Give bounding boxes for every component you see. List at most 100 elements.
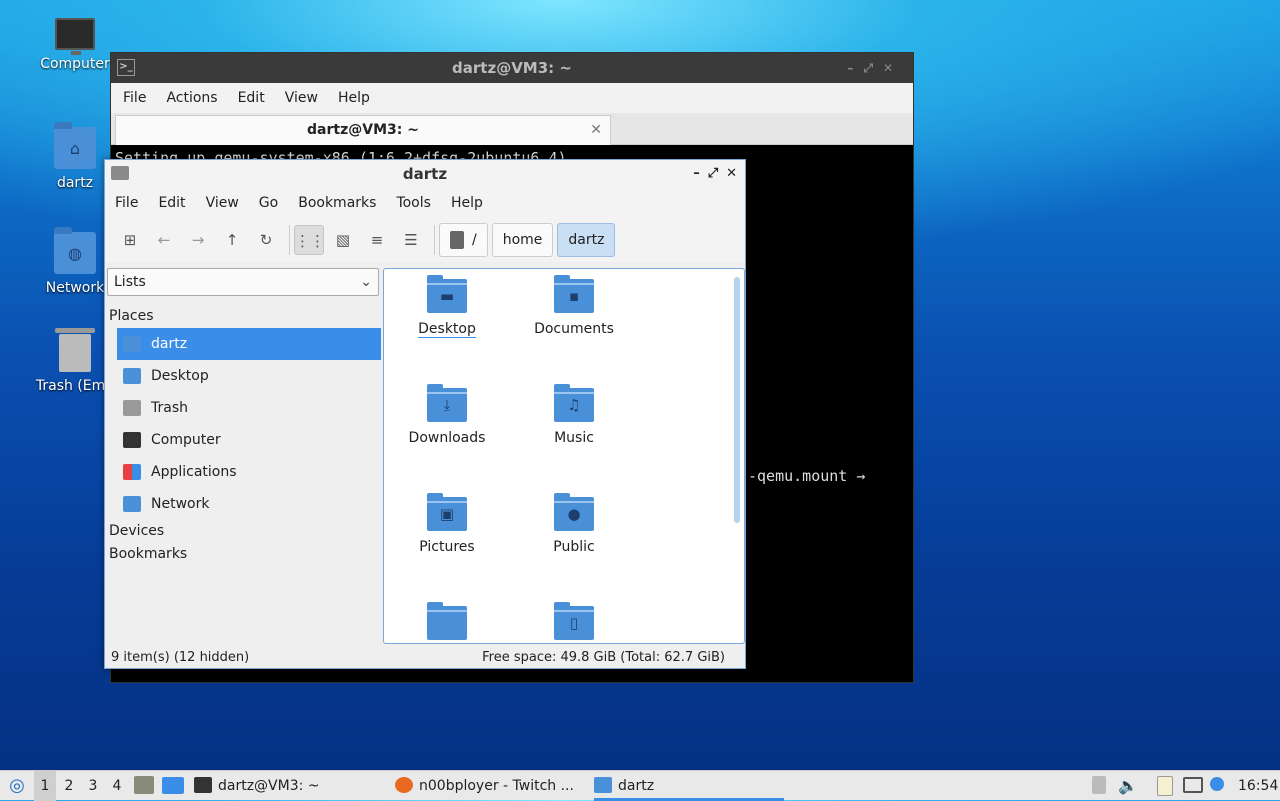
home-folder-icon: ⌂ bbox=[54, 122, 96, 169]
terminal-tab[interactable]: dartz@VM3: ~ ✕ bbox=[115, 115, 611, 145]
clock[interactable]: 16:54 bbox=[1238, 771, 1278, 801]
place-item-desktop[interactable]: Desktop bbox=[117, 360, 381, 392]
places-header[interactable]: Places bbox=[109, 308, 154, 324]
file-item-desktop[interactable]: ▬ Desktop bbox=[387, 275, 507, 338]
trash-icon bbox=[55, 328, 95, 372]
menu-actions[interactable]: Actions bbox=[166, 90, 217, 106]
folder-icon bbox=[111, 166, 129, 180]
file-item-public[interactable]: ● Public bbox=[514, 493, 634, 555]
minimize-icon[interactable]: – bbox=[847, 61, 863, 75]
vertical-scrollbar[interactable] bbox=[734, 277, 740, 523]
folder-music-icon: ♫ bbox=[554, 384, 594, 422]
update-notifier-icon[interactable] bbox=[1210, 777, 1224, 791]
drive-icon bbox=[450, 231, 464, 249]
trash-icon bbox=[123, 400, 141, 416]
start-menu-icon[interactable]: ◎ bbox=[6, 771, 28, 801]
menu-file[interactable]: File bbox=[115, 195, 138, 211]
folder-download-icon: ⤓ bbox=[427, 384, 467, 422]
tray-arrow-icon[interactable] bbox=[1092, 776, 1106, 794]
bookmarks-header[interactable]: Bookmarks bbox=[109, 546, 187, 562]
file-item-folder[interactable] bbox=[387, 602, 507, 643]
clipboard-icon[interactable] bbox=[1157, 776, 1173, 796]
menu-edit[interactable]: Edit bbox=[238, 90, 265, 106]
terminal-menubar: File Actions Edit View Help bbox=[111, 83, 913, 113]
file-manager-window[interactable]: dartz – ⤢ ✕ File Edit View Go Bookmarks To… bbox=[104, 159, 746, 669]
close-icon[interactable]: ✕ bbox=[883, 61, 903, 75]
folder-pictures-icon: ▣ bbox=[427, 493, 467, 531]
file-item-label: Music bbox=[554, 430, 594, 446]
menu-file[interactable]: File bbox=[123, 90, 146, 106]
folder-public-icon: ● bbox=[554, 493, 594, 531]
file-item-downloads[interactable]: ⤓ Downloads bbox=[387, 384, 507, 446]
file-item-templates[interactable]: ▯ bbox=[514, 602, 634, 643]
back-arrow-icon[interactable]: ← bbox=[149, 225, 179, 255]
side-pane-mode-value: Lists bbox=[114, 274, 146, 290]
show-desktop-icon[interactable] bbox=[162, 777, 184, 794]
toolbar-separator bbox=[289, 225, 290, 255]
menu-help[interactable]: Help bbox=[451, 195, 483, 211]
place-item-applications[interactable]: Applications bbox=[117, 456, 381, 488]
applications-icon bbox=[123, 464, 141, 480]
volume-icon[interactable]: 🔈 bbox=[1118, 771, 1138, 801]
menu-go[interactable]: Go bbox=[259, 195, 278, 211]
place-item-computer[interactable]: Computer bbox=[117, 424, 381, 456]
desktop-icon-home[interactable]: ⌂ dartz bbox=[35, 122, 115, 191]
side-pane-mode-select[interactable]: Lists ⌄ bbox=[107, 268, 379, 296]
icon-view-icon[interactable]: ⋮⋮ bbox=[294, 225, 325, 255]
new-tab-icon[interactable]: ⊞ bbox=[115, 225, 145, 255]
reload-icon[interactable]: ↻ bbox=[251, 225, 281, 255]
compact-view-icon[interactable]: ≡ bbox=[362, 225, 392, 255]
workspace-2[interactable]: 2 bbox=[58, 771, 80, 801]
menu-view[interactable]: View bbox=[206, 195, 239, 211]
task-terminal[interactable]: dartz@VM3: ~ bbox=[194, 771, 384, 801]
place-label: Desktop bbox=[151, 368, 209, 384]
workspace-1[interactable]: 1 bbox=[34, 771, 56, 801]
close-tab-icon[interactable]: ✕ bbox=[590, 116, 602, 144]
task-firefox[interactable]: n00bployer - Twitch ... bbox=[395, 771, 585, 801]
breadcrumb-root[interactable]: / bbox=[439, 223, 488, 257]
status-bar: 9 item(s) (12 hidden) Free space: 49.8 G… bbox=[105, 648, 745, 668]
breadcrumb-dartz[interactable]: dartz bbox=[557, 223, 616, 257]
task-label: dartz bbox=[618, 778, 655, 794]
file-item-pictures[interactable]: ▣ Pictures bbox=[387, 493, 507, 555]
task-label: dartz@VM3: ~ bbox=[218, 778, 320, 794]
desktop-icon-network[interactable]: ◍ Network bbox=[35, 227, 115, 296]
folder-icon bbox=[594, 777, 612, 793]
workspace-3[interactable]: 3 bbox=[82, 771, 104, 801]
maximize-icon[interactable]: ⤢ bbox=[863, 61, 883, 75]
place-item-trash[interactable]: Trash bbox=[117, 392, 381, 424]
minimize-icon[interactable]: – bbox=[693, 166, 700, 181]
terminal-output-line: -qemu.mount → bbox=[748, 467, 866, 485]
close-icon[interactable]: ✕ bbox=[726, 166, 737, 181]
file-item-documents[interactable]: ▪ Documents bbox=[514, 275, 634, 337]
menu-tools[interactable]: Tools bbox=[396, 195, 431, 211]
network-status-icon[interactable] bbox=[1183, 777, 1203, 793]
file-item-music[interactable]: ♫ Music bbox=[514, 384, 634, 446]
breadcrumb-home[interactable]: home bbox=[491, 223, 554, 257]
terminal-tabbar: dartz@VM3: ~ ✕ bbox=[111, 113, 913, 145]
menu-bookmarks[interactable]: Bookmarks bbox=[298, 195, 376, 211]
task-file-manager[interactable]: dartz bbox=[594, 771, 784, 801]
devices-header[interactable]: Devices bbox=[109, 523, 164, 539]
detailed-list-view-icon[interactable]: ☰ bbox=[396, 225, 426, 255]
place-item-network[interactable]: Network bbox=[117, 488, 381, 520]
up-arrow-icon[interactable]: ↑ bbox=[217, 225, 247, 255]
file-manager-titlebar[interactable]: dartz – ⤢ ✕ bbox=[105, 160, 745, 188]
thumbnail-view-icon[interactable]: ▧ bbox=[328, 225, 358, 255]
folder-view[interactable]: ▬ Desktop ▪ Documents ⤓ Downloads ♫ Musi… bbox=[383, 268, 745, 644]
workspace-4[interactable]: 4 bbox=[106, 771, 128, 801]
file-item-label: Downloads bbox=[408, 430, 486, 446]
terminal-titlebar[interactable]: >_ dartz@VM3: ~ –⤢✕ bbox=[111, 53, 913, 83]
menu-view[interactable]: View bbox=[285, 90, 318, 106]
desktop-icon-computer[interactable]: Computer bbox=[35, 18, 115, 72]
place-item-dartz[interactable]: dartz bbox=[117, 328, 381, 360]
menu-help[interactable]: Help bbox=[338, 90, 370, 106]
menu-edit[interactable]: Edit bbox=[158, 195, 185, 211]
desktop-icon-trash[interactable]: Trash (Emp bbox=[35, 328, 115, 394]
taskbar: ◎ 1 2 3 4 dartz@VM3: ~ n00bployer - Twit… bbox=[0, 770, 1280, 801]
forward-arrow-icon[interactable]: → bbox=[183, 225, 213, 255]
file-manager-launcher-icon[interactable] bbox=[134, 776, 154, 794]
maximize-icon[interactable]: ⤢ bbox=[708, 166, 718, 181]
desktop-icon-label: Network bbox=[45, 280, 105, 296]
folder-desktop-icon: ▬ bbox=[427, 275, 467, 313]
